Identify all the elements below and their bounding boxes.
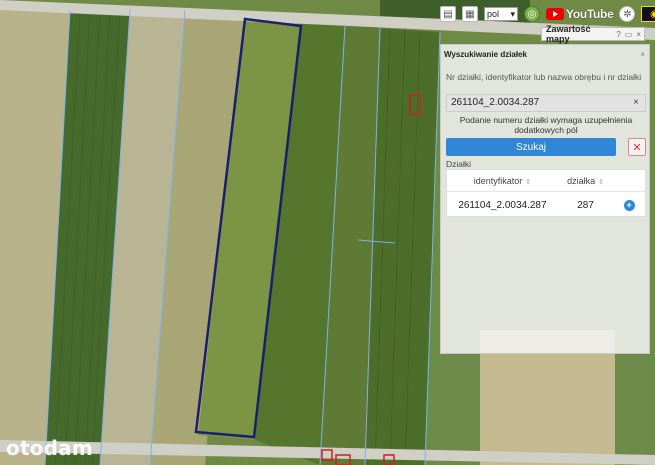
add-icon[interactable]: + [623, 199, 635, 211]
close-icon[interactable]: × [636, 30, 641, 39]
results-section-label: Działki [446, 159, 472, 169]
language-value: pol [487, 9, 500, 19]
panel-header: Wyszukiwanie działek × [441, 45, 649, 63]
sort-icon: ⇕ [525, 178, 532, 186]
search-button[interactable]: Szukaj [446, 138, 616, 156]
row-actions: + [613, 199, 645, 211]
youtube-label: YouTube [566, 7, 614, 21]
map-toolbar: ▤ ▦ pol ▾ ◎ YouTube ✲ ◉ [440, 4, 655, 24]
youtube-icon [546, 8, 564, 20]
panel-title: Wyszukiwanie działek [444, 50, 527, 59]
map-content-label: Zawartość mapy [546, 24, 591, 44]
help-icon[interactable]: ? [616, 30, 620, 39]
search-value: 261104_2.0034.287 [451, 97, 540, 108]
cell-parcel: 287 [577, 199, 594, 211]
table-icon[interactable]: ▦ [462, 6, 478, 22]
lifebuoy-icon[interactable]: ◎ [524, 6, 540, 22]
parcel-search-panel: Wyszukiwanie działek × Nr działki, ident… [440, 44, 650, 354]
eye-icon[interactable]: ◉ [641, 6, 655, 22]
minimize-icon[interactable]: ▭ [625, 30, 633, 39]
validation-message: Podanie numeru działki wymaga uzupełnien… [459, 115, 633, 135]
column-parcel-label: działka [567, 175, 596, 186]
column-identifier[interactable]: identyfikator ⇕ [447, 176, 558, 186]
accessibility-icon[interactable]: ✲ [619, 6, 636, 22]
search-hint: Nr działki, identyfikator lub nazwa obrę… [446, 72, 642, 82]
youtube-link[interactable]: YouTube [546, 7, 614, 21]
column-identifier-label: identyfikator [473, 175, 523, 186]
table-header: identyfikator ⇕ działka ⇕ [447, 170, 645, 192]
parcel-search-input[interactable]: 261104_2.0034.287 × [446, 94, 646, 112]
chevron-down-icon: ▾ [510, 8, 515, 19]
watermark-logo: otodam [6, 436, 93, 460]
cancel-button[interactable]: ✕ [628, 138, 646, 156]
table-row[interactable]: 261104_2.0034.287 287 + [447, 192, 645, 218]
results-table: identyfikator ⇕ działka ⇕ 261104_2.0034.28… [446, 169, 646, 217]
printer-icon[interactable]: ▤ [440, 6, 456, 22]
cell-identifier: 261104_2.0034.287 [458, 199, 547, 211]
map-content-tab[interactable]: Zawartość mapy ? ▭ × [541, 24, 645, 44]
close-icon[interactable]: × [640, 50, 645, 63]
language-select[interactable]: pol ▾ [484, 7, 518, 21]
clear-icon[interactable]: × [633, 97, 639, 108]
column-parcel[interactable]: działka ⇕ [558, 176, 613, 186]
sort-icon: ⇕ [598, 178, 605, 186]
